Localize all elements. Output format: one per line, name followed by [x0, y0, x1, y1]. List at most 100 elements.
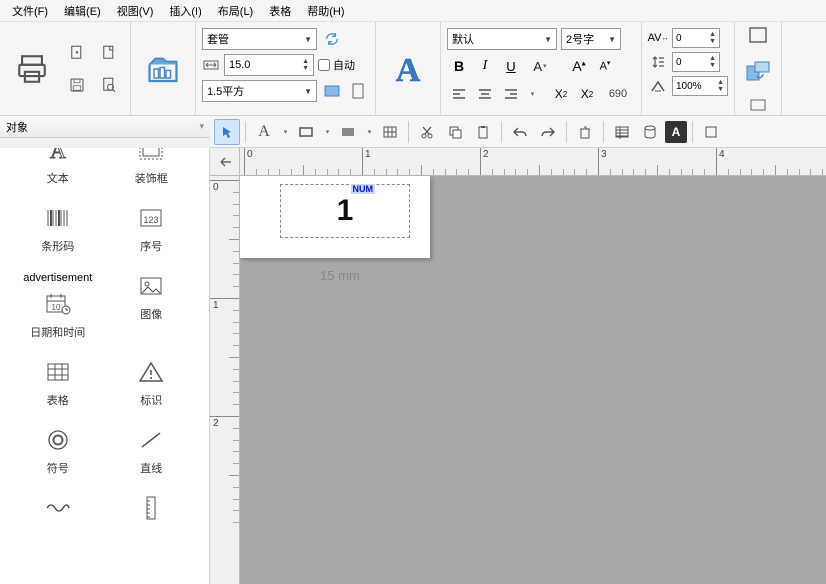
font-family-combo[interactable]: 默认▼ [447, 28, 557, 50]
align-right-button[interactable] [499, 82, 523, 106]
menu-file[interactable]: 文件(F) [4, 1, 56, 21]
delete-button[interactable] [572, 119, 598, 145]
svg-text:123: 123 [144, 215, 159, 225]
char-spacing-icon: AV↔ [648, 28, 668, 48]
database-button[interactable] [637, 119, 663, 145]
print-button[interactable] [6, 30, 58, 108]
menu-help[interactable]: 帮助(H) [299, 1, 352, 21]
more-button[interactable] [744, 94, 772, 116]
object-serial[interactable]: 123 序号 [110, 204, 194, 254]
bold-button[interactable]: B [447, 54, 471, 78]
extra-button[interactable] [698, 119, 724, 145]
object-line[interactable]: 直线 [110, 426, 194, 476]
menu-layout[interactable]: 布局(L) [210, 1, 261, 21]
paste-button[interactable] [470, 119, 496, 145]
frame-icon [136, 148, 166, 164]
ruler-icon [136, 494, 166, 522]
object-warn[interactable]: 标识 [110, 358, 194, 408]
canvas-viewport[interactable]: NUM 1 15 mm [240, 176, 826, 584]
object-text-label: 文本 [47, 170, 69, 186]
zoom-spinner[interactable]: 100%▲▼ [672, 76, 728, 96]
auto-checkbox[interactable]: 自动 [318, 57, 355, 73]
panel-menu-icon[interactable]: ▾ [199, 121, 204, 132]
object-datetime[interactable]: advertisement 10 日期和时间 [16, 272, 100, 340]
dark-a-button[interactable]: A [665, 121, 687, 143]
page-setup-button[interactable] [744, 22, 772, 48]
refresh-button[interactable] [321, 28, 343, 50]
char-spacing-spinner[interactable]: 0▲▼ [672, 28, 720, 48]
object-table-label: 表格 [47, 392, 69, 408]
menu-view[interactable]: 视图(V) [109, 1, 162, 21]
tube-type-combo[interactable]: 套管▼ [202, 28, 317, 50]
object-line-label: 直线 [140, 460, 162, 476]
font-style-button[interactable]: A [382, 30, 434, 108]
object-table[interactable]: 表格 [16, 358, 100, 408]
objects-panel: A 文本 装饰框 条形码 123 序号 advertisement 10 日期和… [0, 148, 210, 584]
menu-table[interactable]: 表格 [261, 1, 299, 21]
font-size-combo[interactable]: 2号字▼ [561, 28, 621, 50]
library-button[interactable] [137, 30, 189, 108]
preview-button[interactable] [94, 70, 124, 100]
serial-icon: 123 [136, 204, 166, 232]
object-extra2[interactable] [110, 494, 194, 522]
width-spinner[interactable]: 15.0▲▼ [224, 54, 314, 76]
object-extra1[interactable] [16, 494, 100, 522]
width-value: 15.0 [229, 59, 250, 71]
align-center-button[interactable] [473, 82, 497, 106]
pointer-tool[interactable] [214, 119, 240, 145]
object-serial-label: 序号 [140, 238, 162, 254]
underline-button[interactable]: U [499, 54, 523, 78]
line-spacing-spinner[interactable]: 0▲▼ [672, 52, 720, 72]
barcode-icon [43, 204, 73, 232]
orient-h-button[interactable] [321, 80, 343, 102]
save-button[interactable] [62, 70, 92, 100]
object-symbol[interactable]: 符号 [16, 426, 100, 476]
label-page[interactable]: NUM 1 [240, 176, 430, 258]
fill-tool[interactable] [335, 119, 361, 145]
object-text[interactable]: A 文本 [16, 148, 100, 186]
svg-text:A: A [396, 52, 421, 89]
object-barcode[interactable]: 条形码 [16, 204, 100, 254]
text-dropdown[interactable]: ▾ [279, 119, 291, 145]
edit-toolbar: A ▾ ▾ ▾ A [210, 116, 826, 148]
canvas-area[interactable]: 01234 012 NUM 1 15 mm [210, 148, 826, 584]
rect-dropdown[interactable]: ▾ [321, 119, 333, 145]
align-left-button[interactable] [447, 82, 471, 106]
rotate-button[interactable] [741, 56, 775, 86]
text-tool[interactable]: A [251, 119, 277, 145]
number-field[interactable]: NUM 1 [280, 184, 410, 238]
open-button[interactable] [94, 38, 124, 68]
undo-button[interactable] [507, 119, 533, 145]
dimension-label: 15 mm [320, 268, 360, 283]
font-color-button[interactable]: A▾ [525, 54, 555, 78]
font-shrink-button[interactable]: A▾ [593, 54, 617, 78]
subscript-button[interactable]: X2 [575, 82, 599, 106]
menu-insert[interactable]: 插入(I) [161, 1, 209, 21]
object-image[interactable]: 图像 [110, 272, 194, 340]
line-spacing-icon [648, 52, 668, 72]
rect-tool[interactable] [293, 119, 319, 145]
align-menu-button[interactable]: ▾ [525, 82, 539, 106]
form-button[interactable] [609, 119, 635, 145]
ruler-origin[interactable] [210, 148, 240, 176]
xx-value-button[interactable]: 690 [601, 82, 635, 106]
object-frame[interactable]: 装饰框 [110, 148, 194, 186]
new-button[interactable] [62, 38, 92, 68]
font-grow-button[interactable]: A▴ [567, 54, 591, 78]
datetime-icon: 10 [43, 290, 73, 318]
table-icon [43, 358, 73, 386]
superscript-button[interactable]: X2 [549, 82, 573, 106]
fill-dropdown[interactable]: ▾ [363, 119, 375, 145]
menu-edit[interactable]: 编辑(E) [56, 1, 109, 21]
orient-v-button[interactable] [347, 80, 369, 102]
line-spacing-value: 0 [676, 57, 682, 68]
copy-button[interactable] [442, 119, 468, 145]
italic-button[interactable]: I [473, 54, 497, 78]
object-symbol-label: 符号 [47, 460, 69, 476]
redo-button[interactable] [535, 119, 561, 145]
cut-button[interactable] [414, 119, 440, 145]
grid-tool[interactable] [377, 119, 403, 145]
zoom-icon [648, 76, 668, 96]
units-combo[interactable]: 1.5平方▼ [202, 80, 317, 102]
object-warn-label: 标识 [140, 392, 162, 408]
